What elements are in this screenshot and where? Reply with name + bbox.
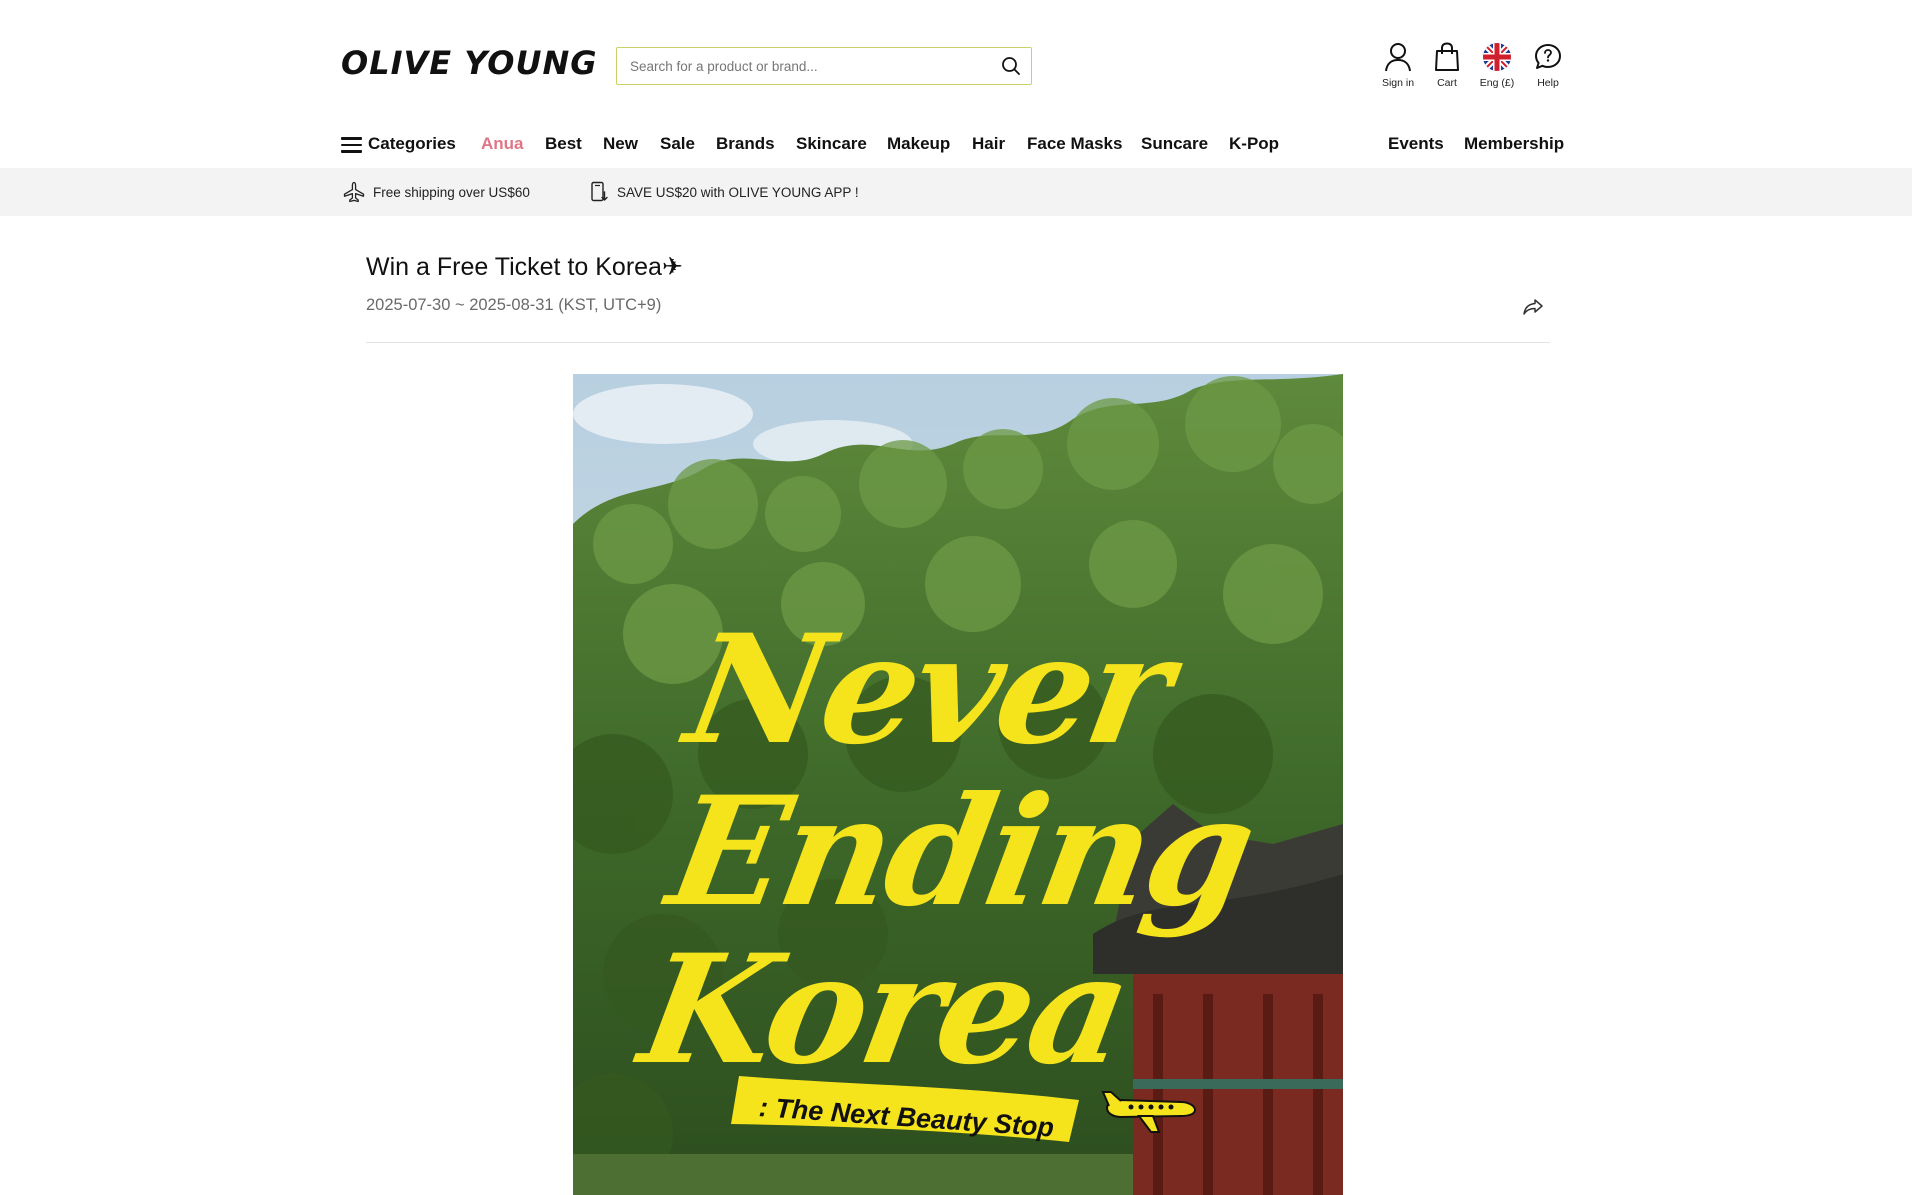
- nav-categories[interactable]: Categories: [368, 134, 456, 154]
- sign-in-label: Sign in: [1381, 77, 1415, 89]
- banner-headline-line3: Korea: [629, 922, 1140, 1098]
- airplane-illustration-icon: [1101, 1091, 1197, 1133]
- sign-in-button[interactable]: Sign in: [1371, 40, 1425, 89]
- nav-item-kpop[interactable]: K-Pop: [1229, 134, 1279, 154]
- free-shipping-notice[interactable]: Free shipping over US$60: [343, 181, 530, 203]
- search-button[interactable]: [991, 48, 1031, 84]
- search-bar: [616, 47, 1032, 85]
- app-promo-text: SAVE US$20 with OLIVE YOUNG APP !: [617, 184, 859, 200]
- site-logo[interactable]: OLIVE YOUNG: [341, 44, 598, 82]
- help-label: Help: [1537, 77, 1559, 89]
- title-divider: [366, 342, 1550, 343]
- hamburger-menu-icon[interactable]: [341, 137, 362, 153]
- phone-download-icon: [591, 181, 608, 202]
- nav-item-best[interactable]: Best: [545, 134, 582, 154]
- event-banner[interactable]: Never Ending Korea : The Next Beauty Sto…: [573, 374, 1343, 1195]
- event-dates: 2025-07-30 ~ 2025-08-31 (KST, UTC+9): [366, 296, 662, 314]
- help-chat-icon: [1535, 44, 1561, 69]
- nav-item-skincare[interactable]: Skincare: [796, 134, 867, 154]
- share-button[interactable]: [1516, 290, 1550, 324]
- airplane-icon: [343, 181, 365, 203]
- banner-text-overlay: Never Ending Korea : The Next Beauty Sto…: [573, 374, 1343, 1195]
- nav-item-events[interactable]: Events: [1388, 134, 1444, 154]
- nav-item-membership[interactable]: Membership: [1464, 134, 1564, 154]
- banner-headline-line1: Never: [675, 602, 1181, 778]
- cart-button[interactable]: Cart: [1420, 40, 1474, 89]
- free-shipping-text: Free shipping over US$60: [373, 184, 530, 200]
- main-navigation: Categories Anua Best New Sale Brands Ski…: [0, 124, 1912, 166]
- language-currency-button[interactable]: Eng (£): [1470, 40, 1524, 89]
- banner-headline-line2: Ending: [657, 764, 1264, 940]
- nav-item-sale[interactable]: Sale: [660, 134, 695, 154]
- nav-item-brands[interactable]: Brands: [716, 134, 775, 154]
- search-input[interactable]: [617, 48, 991, 84]
- site-header: OLIVE YOUNG Sign in Cart: [0, 0, 1912, 120]
- nav-item-face-masks[interactable]: Face Masks: [1027, 134, 1122, 154]
- nav-item-suncare[interactable]: Suncare: [1141, 134, 1208, 154]
- nav-item-makeup[interactable]: Makeup: [887, 134, 950, 154]
- bag-icon: [1435, 42, 1459, 71]
- nav-item-new[interactable]: New: [603, 134, 638, 154]
- share-icon: [1523, 299, 1543, 315]
- search-icon: [1002, 57, 1020, 75]
- uk-flag-icon: [1483, 43, 1511, 71]
- nav-item-anua[interactable]: Anua: [481, 134, 524, 154]
- app-promo-notice[interactable]: SAVE US$20 with OLIVE YOUNG APP !: [589, 181, 859, 203]
- promo-bar: Free shipping over US$60 SAVE US$20 with…: [0, 168, 1912, 216]
- nav-item-hair[interactable]: Hair: [972, 134, 1005, 154]
- user-icon: [1385, 43, 1411, 72]
- cart-label: Cart: [1437, 77, 1457, 89]
- language-currency-label: Eng (£): [1479, 77, 1515, 89]
- help-button[interactable]: Help: [1521, 40, 1575, 89]
- event-title: Win a Free Ticket to Korea✈: [366, 253, 683, 281]
